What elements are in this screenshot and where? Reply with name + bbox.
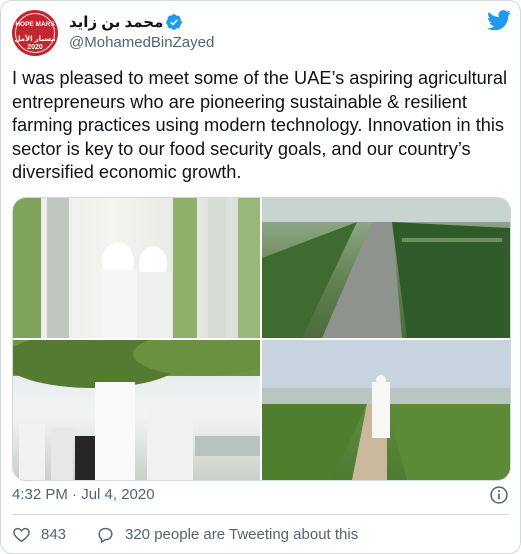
comment-bubble-icon — [98, 527, 113, 544]
verified-badge-icon — [166, 14, 182, 30]
avatar-text-bottom: مسبار الأمل 2020 — [14, 36, 56, 51]
heart-icon — [13, 527, 30, 543]
photo-1-illustration — [13, 198, 260, 338]
twitter-bird-icon[interactable] — [487, 10, 511, 30]
avatar-text-top: HOPE MARS — [15, 21, 55, 28]
tweet-card[interactable]: HOPE MARS مسبار الأمل 2020 محمد بن زايد … — [0, 0, 521, 554]
photo-2-illustration — [262, 198, 510, 338]
photo-vertical-farm[interactable] — [13, 198, 260, 338]
avatar[interactable]: HOPE MARS مسبار الأمل 2020 — [12, 10, 58, 56]
info-icon[interactable] — [489, 485, 509, 505]
tweet-header: HOPE MARS مسبار الأمل 2020 محمد بن زايد … — [12, 10, 511, 58]
photo-4-illustration — [262, 340, 510, 480]
like-count: 843 — [41, 526, 67, 543]
divider — [12, 514, 509, 515]
display-name[interactable]: محمد بن زايد — [69, 13, 163, 31]
photo-shade-trellis[interactable] — [13, 340, 260, 480]
tweet-timestamp[interactable]: 4:32 PM · Jul 4, 2020 — [12, 486, 155, 503]
like-button[interactable]: 843 — [12, 525, 66, 544]
tweeting-about-link[interactable]: 320 people are Tweeting about this — [96, 525, 358, 544]
photo-3-illustration — [13, 340, 260, 480]
photo-field[interactable] — [262, 340, 510, 480]
media-grid — [12, 197, 511, 481]
handle[interactable]: @MohamedBinZayed — [69, 34, 214, 51]
photo-nursery[interactable] — [262, 198, 510, 338]
tweeting-about-text: 320 people are Tweeting about this — [125, 526, 359, 543]
tweet-text: I was pleased to meet some of the UAE’s … — [12, 68, 508, 183]
